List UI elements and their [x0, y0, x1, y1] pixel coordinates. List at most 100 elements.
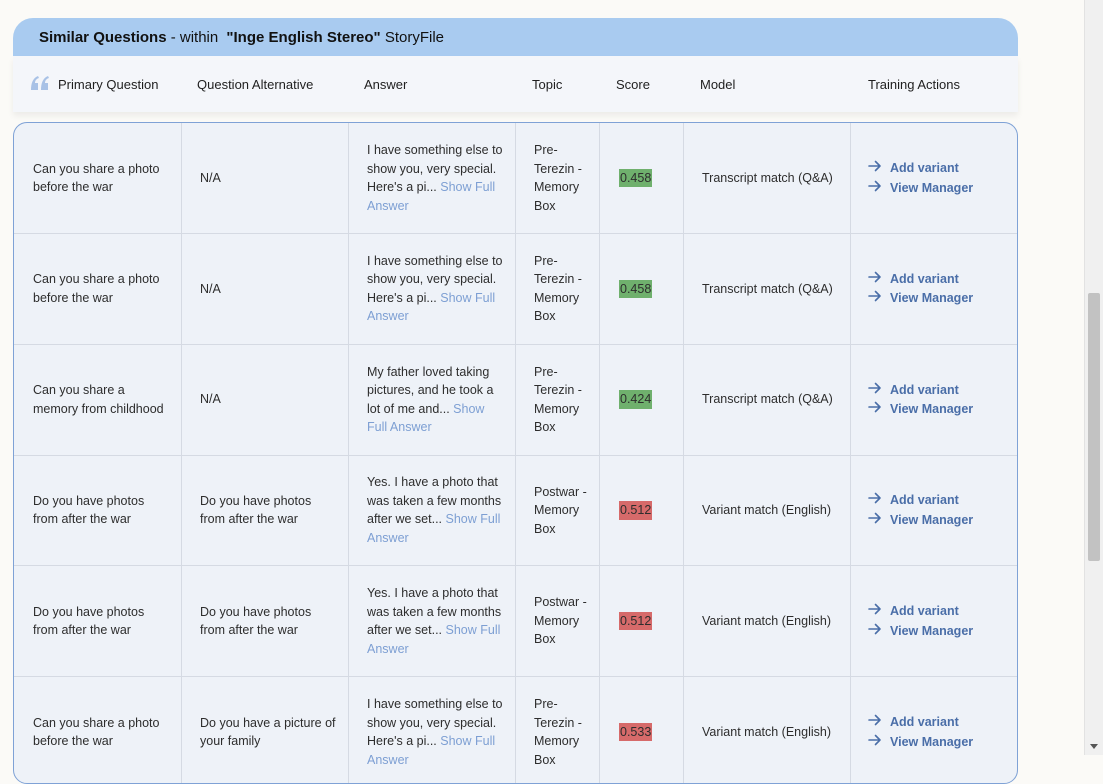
quote-icon [31, 76, 49, 90]
topic-text: Postwar - Memory Box [534, 484, 587, 536]
add-variant-button[interactable]: Add variant [868, 270, 973, 289]
arrow-right-icon [868, 400, 890, 419]
score-cell: 0.512 [600, 566, 684, 677]
panel-title: Similar Questions - within "Inge English… [13, 18, 1018, 56]
add-variant-button[interactable]: Add variant [868, 713, 973, 732]
question-alternative-text: N/A [200, 392, 221, 407]
topic-text: Pre-Terezin - Memory Box [534, 697, 582, 767]
primary-question-cell: Can you share a photo before the war [14, 233, 182, 344]
topic-cell: Pre-Terezin - Memory Box [516, 344, 600, 455]
arrow-right-icon [868, 270, 890, 289]
view-manager-label: View Manager [890, 180, 974, 195]
view-manager-button[interactable]: View Manager [868, 511, 973, 530]
primary-question-text: Do you have photos from after the war [33, 493, 145, 527]
arrow-right-icon [868, 733, 890, 752]
model-text: Transcript match (Q&A) [702, 281, 833, 296]
model-cell: Variant match (English) [684, 677, 851, 783]
model-text: Transcript match (Q&A) [702, 392, 833, 407]
topic-text: Pre-Terezin - Memory Box [534, 143, 582, 213]
view-manager-label: View Manager [890, 512, 974, 527]
model-text: Variant match (English) [702, 724, 831, 739]
score-badge: 0.424 [619, 390, 653, 409]
add-variant-button[interactable]: Add variant [868, 602, 973, 621]
view-manager-button[interactable]: View Manager [868, 289, 973, 308]
question-alternative-cell: Do you have photos from after the war [182, 455, 349, 566]
arrow-right-icon [868, 179, 890, 198]
training-actions-cell: Add variant View Manager [851, 455, 1017, 565]
model-cell: Transcript match (Q&A) [684, 123, 851, 233]
model-text: Transcript match (Q&A) [702, 170, 833, 185]
training-actions-cell: Add variant View Manager [851, 566, 1017, 676]
add-variant-label: Add variant [890, 715, 959, 729]
view-manager-label: View Manager [890, 623, 974, 638]
arrow-right-icon [868, 622, 890, 641]
answer-cell: I have something else to show you, very … [349, 677, 516, 783]
panel-title-prefix: Similar Questions [39, 28, 167, 46]
model-text: Variant match (English) [702, 613, 831, 628]
view-manager-label: View Manager [890, 291, 974, 306]
view-manager-button[interactable]: View Manager [868, 400, 973, 419]
scrollbar-thumb[interactable] [1088, 293, 1100, 561]
table-row: Can you share a photo before the war N/A… [14, 233, 1017, 345]
score-badge: 0.458 [619, 168, 653, 188]
similar-questions-panel: Similar Questions - within "Inge English… [13, 18, 1018, 784]
score-badge: 0.512 [619, 501, 653, 520]
add-variant-label: Add variant [890, 382, 959, 397]
score-badge: 0.512 [619, 611, 653, 631]
score-badge: 0.533 [619, 722, 653, 742]
question-alternative-text: Do you have a picture of your family [200, 715, 336, 749]
arrow-right-icon [868, 602, 890, 621]
score-cell: 0.533 [600, 677, 684, 783]
topic-cell: Pre-Terezin - Memory Box [516, 677, 600, 783]
arrow-right-icon [868, 159, 890, 178]
topic-cell: Postwar - Memory Box [516, 455, 600, 566]
question-alternative-text: Do you have photos from after the war [200, 604, 312, 638]
arrow-right-icon [868, 491, 890, 510]
primary-question-cell: Can you share a photo before the war [14, 123, 182, 233]
col-primary-question: Primary Question [58, 77, 159, 92]
add-variant-button[interactable]: Add variant [868, 491, 973, 510]
model-cell: Transcript match (Q&A) [684, 344, 851, 455]
view-manager-button[interactable]: View Manager [868, 179, 973, 198]
view-manager-label: View Manager [890, 402, 974, 417]
add-variant-button[interactable]: Add variant [868, 381, 973, 400]
primary-question-cell: Do you have photos from after the war [14, 455, 182, 566]
primary-question-cell: Do you have photos from after the war [14, 566, 182, 677]
score-cell: 0.458 [600, 233, 684, 344]
primary-question-text: Can you share a memory from childhood [33, 383, 164, 416]
view-manager-button[interactable]: View Manager [868, 733, 973, 752]
arrow-right-icon [868, 511, 890, 530]
score-cell: 0.424 [600, 344, 684, 455]
question-alternative-cell: Do you have a picture of your family [182, 677, 349, 783]
view-manager-label: View Manager [890, 734, 974, 749]
training-actions-cell: Add variant View Manager [851, 677, 1017, 783]
panel-title-suffix: StoryFile [380, 28, 445, 46]
add-variant-label: Add variant [890, 161, 959, 175]
answer-cell: Yes. I have a photo that was taken a few… [349, 455, 516, 566]
table-header: Primary Question Question Alternative An… [13, 56, 1018, 112]
answer-cell: I have something else to show you, very … [349, 233, 516, 344]
question-alternative-cell: N/A [182, 233, 349, 344]
vertical-scrollbar[interactable] [1084, 0, 1103, 755]
col-training-actions: Training Actions [868, 77, 961, 92]
primary-question-text: Do you have photos from after the war [33, 604, 145, 638]
primary-question-cell: Can you share a memory from childhood [14, 344, 182, 455]
question-alternative-cell: Do you have photos from after the war [182, 566, 349, 677]
training-actions-cell: Add variant View Manager [851, 345, 1017, 455]
add-variant-label: Add variant [890, 604, 959, 619]
primary-question-cell: Can you share a photo before the war [14, 677, 182, 783]
question-alternative-text: N/A [200, 281, 221, 296]
model-cell: Variant match (English) [684, 455, 851, 566]
col-score: Score [616, 77, 650, 92]
answer-cell: I have something else to show you, very … [349, 123, 516, 233]
topic-cell: Pre-Terezin - Memory Box [516, 233, 600, 344]
primary-question-text: Can you share a photo before the war [33, 272, 160, 305]
arrow-right-icon [868, 289, 890, 308]
arrow-right-icon [868, 713, 890, 732]
training-actions-cell: Add variant View Manager [851, 234, 1017, 344]
table-row: Can you share a memory from childhood N/… [14, 344, 1017, 456]
scroll-down-arrow-icon[interactable] [1090, 744, 1098, 749]
view-manager-button[interactable]: View Manager [868, 622, 973, 641]
add-variant-button[interactable]: Add variant [868, 159, 973, 178]
add-variant-label: Add variant [890, 271, 959, 286]
